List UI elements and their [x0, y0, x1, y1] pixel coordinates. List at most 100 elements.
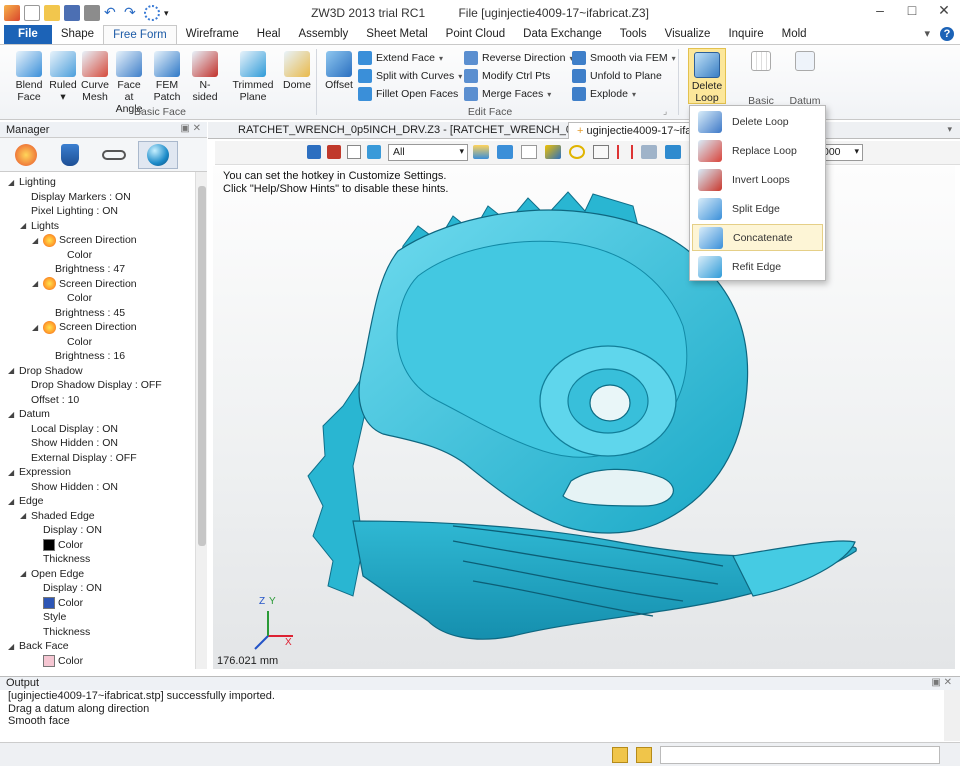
menu-tab-shape[interactable]: Shape	[52, 25, 103, 45]
menu-item-split-edge[interactable]: Split Edge	[692, 195, 823, 222]
tree-node[interactable]: ◢ Screen Direction	[32, 277, 137, 291]
status-toggle-icon[interactable]	[612, 747, 628, 763]
tree-node[interactable]: ◢ Expression	[8, 465, 71, 479]
pick-icon[interactable]	[307, 145, 321, 159]
extend-face-button[interactable]: Extend Face ▾	[358, 51, 443, 65]
display-icon[interactable]	[665, 145, 681, 159]
tree-node[interactable]: Color	[56, 291, 92, 305]
menu-item-delete-loop[interactable]: Delete Loop	[692, 108, 823, 135]
expand-icon[interactable]: ◢	[20, 221, 28, 230]
dropdown-arrow-icon[interactable]: ▾	[547, 90, 551, 99]
fillet-open-faces-button[interactable]: Fillet Open Faces	[358, 87, 458, 101]
color-swatch[interactable]	[43, 654, 55, 667]
curve-mesh-button[interactable]: Curve Mesh	[78, 51, 112, 103]
help-icon[interactable]: ?	[940, 27, 954, 41]
menu-tab-file[interactable]: File	[4, 25, 52, 45]
smooth-via-fem-button[interactable]: Smooth via FEM ▾	[572, 51, 676, 65]
tree-node[interactable]: Display : ON	[32, 523, 102, 537]
viewport[interactable]: You can set the hotkey in Customize Sett…	[213, 166, 955, 669]
color-swatch[interactable]	[43, 596, 55, 609]
menu-item-refit-edge[interactable]: Refit Edge	[692, 253, 823, 280]
shaded-icon[interactable]	[473, 145, 489, 159]
tree-node[interactable]: Thickness	[32, 625, 90, 639]
tree-node[interactable]: ◢ Lighting	[8, 175, 56, 189]
tree-node[interactable]: Show Hidden : ON	[20, 480, 118, 494]
merge-faces-button[interactable]: Merge Faces ▾	[464, 87, 551, 101]
tree-node[interactable]: Brightness : 47	[44, 262, 125, 276]
close-button[interactable]: ✕	[928, 0, 960, 22]
menu-tab-sheet-metal[interactable]: Sheet Metal	[357, 25, 436, 45]
tree-node[interactable]: Brightness : 45	[44, 306, 125, 320]
command-input[interactable]	[660, 746, 940, 764]
expand-icon[interactable]: ◢	[20, 569, 28, 578]
maximize-button[interactable]: □	[896, 0, 928, 22]
tree-node[interactable]: Color	[32, 596, 83, 610]
menu-tab-wireframe[interactable]: Wireframe	[177, 25, 248, 45]
tree-node[interactable]: Display Markers : ON	[20, 190, 131, 204]
section-icon[interactable]	[593, 145, 609, 159]
tree-node[interactable]: Offset : 10	[20, 393, 79, 407]
color-swatch[interactable]	[43, 538, 55, 551]
dialog-launcher-icon[interactable]: ⌟	[663, 106, 667, 117]
tree-node[interactable]: ◢ Open Edge	[20, 567, 84, 581]
tree-node[interactable]: ◢ Edge	[8, 494, 44, 508]
menu-tab-free-form[interactable]: Free Form	[103, 25, 177, 45]
fem-patch-button[interactable]: FEM Patch	[150, 51, 184, 103]
tabs-menu-icon[interactable]: ▾	[947, 124, 952, 135]
menu-tab-data-exchange[interactable]: Data Exchange	[514, 25, 611, 45]
tree-node[interactable]: Local Display : ON	[20, 422, 118, 436]
split-with-curves-button[interactable]: Split with Curves ▾	[358, 69, 462, 83]
delete-loop-button[interactable]: Delete Loop	[688, 48, 726, 104]
pick-filter-select[interactable]: All ▾	[388, 144, 468, 161]
wireframe-icon[interactable]	[521, 145, 537, 159]
filter-toggle-icon[interactable]	[347, 145, 361, 159]
tree-node[interactable]: Color	[56, 248, 92, 262]
render-mode-icon[interactable]	[545, 145, 561, 159]
dome-button[interactable]: Dome	[280, 51, 314, 91]
model-canvas[interactable]: X Y Z	[213, 166, 955, 669]
menu-tab-inquire[interactable]: Inquire	[719, 25, 772, 45]
tree-node[interactable]: ◢ Screen Direction	[32, 233, 137, 247]
tab-history[interactable]	[6, 141, 46, 169]
zoom-icon[interactable]	[569, 145, 585, 159]
unfold-to-plane-button[interactable]: Unfold to Plane	[572, 69, 662, 83]
tree-node[interactable]: Color	[56, 335, 92, 349]
tree-node[interactable]: ◢ Back Face	[8, 639, 69, 653]
dropdown-arrow-icon[interactable]: ▾	[632, 90, 636, 99]
doc-tab-active[interactable]: + uginjectie4009-17~ifab	[568, 122, 707, 139]
offset-button[interactable]: Offset	[321, 51, 357, 91]
expand-icon[interactable]: ◢	[32, 279, 40, 288]
select-icon[interactable]	[367, 145, 381, 159]
menu-tab-mold[interactable]: Mold	[773, 25, 816, 45]
dropdown-arrow-icon[interactable]: ▾	[672, 54, 676, 63]
scroll-thumb[interactable]	[198, 186, 206, 546]
datum-button[interactable]	[790, 51, 820, 73]
tree-node[interactable]: Pixel Lighting : ON	[20, 204, 118, 218]
menu-item-invert-loops[interactable]: Invert Loops	[692, 166, 823, 193]
tree-node[interactable]: Style	[32, 610, 66, 624]
minimize-button[interactable]: –	[864, 0, 896, 22]
dimension-icon[interactable]	[617, 145, 633, 159]
expand-icon[interactable]: ◢	[8, 366, 16, 375]
modify-ctrl-pts-button[interactable]: Modify Ctrl Pts	[464, 69, 550, 83]
tree-node[interactable]: ◢ Lights	[20, 219, 59, 233]
tree-node[interactable]: Thickness	[32, 552, 90, 566]
expand-icon[interactable]: ◢	[8, 410, 16, 419]
expand-icon[interactable]: ◢	[8, 497, 16, 506]
expand-icon[interactable]: ◢	[32, 236, 40, 245]
menu-tab-point-cloud[interactable]: Point Cloud	[437, 25, 514, 45]
output-pin-icon[interactable]: ▣ ✕	[931, 677, 952, 688]
menu-item-concatenate[interactable]: Concatenate	[692, 224, 823, 251]
pin-icon[interactable]: ▣ ✕	[180, 123, 201, 134]
tree-node[interactable]: External Display : OFF	[20, 451, 137, 465]
tab-assembly[interactable]	[50, 141, 90, 169]
tree-node[interactable]: ◢ Datum	[8, 407, 50, 421]
tree-scrollbar[interactable]	[195, 172, 207, 669]
tab-visual[interactable]	[138, 141, 178, 169]
menu-tab-visualize[interactable]: Visualize	[656, 25, 720, 45]
mark-icon[interactable]	[327, 145, 341, 159]
dropdown-arrow-icon[interactable]: ▾	[439, 54, 443, 63]
tree-node[interactable]: ◢ Shaded Edge	[20, 509, 95, 523]
n-sided-button[interactable]: N-sided	[188, 51, 222, 103]
view-cube-icon[interactable]	[497, 145, 513, 159]
